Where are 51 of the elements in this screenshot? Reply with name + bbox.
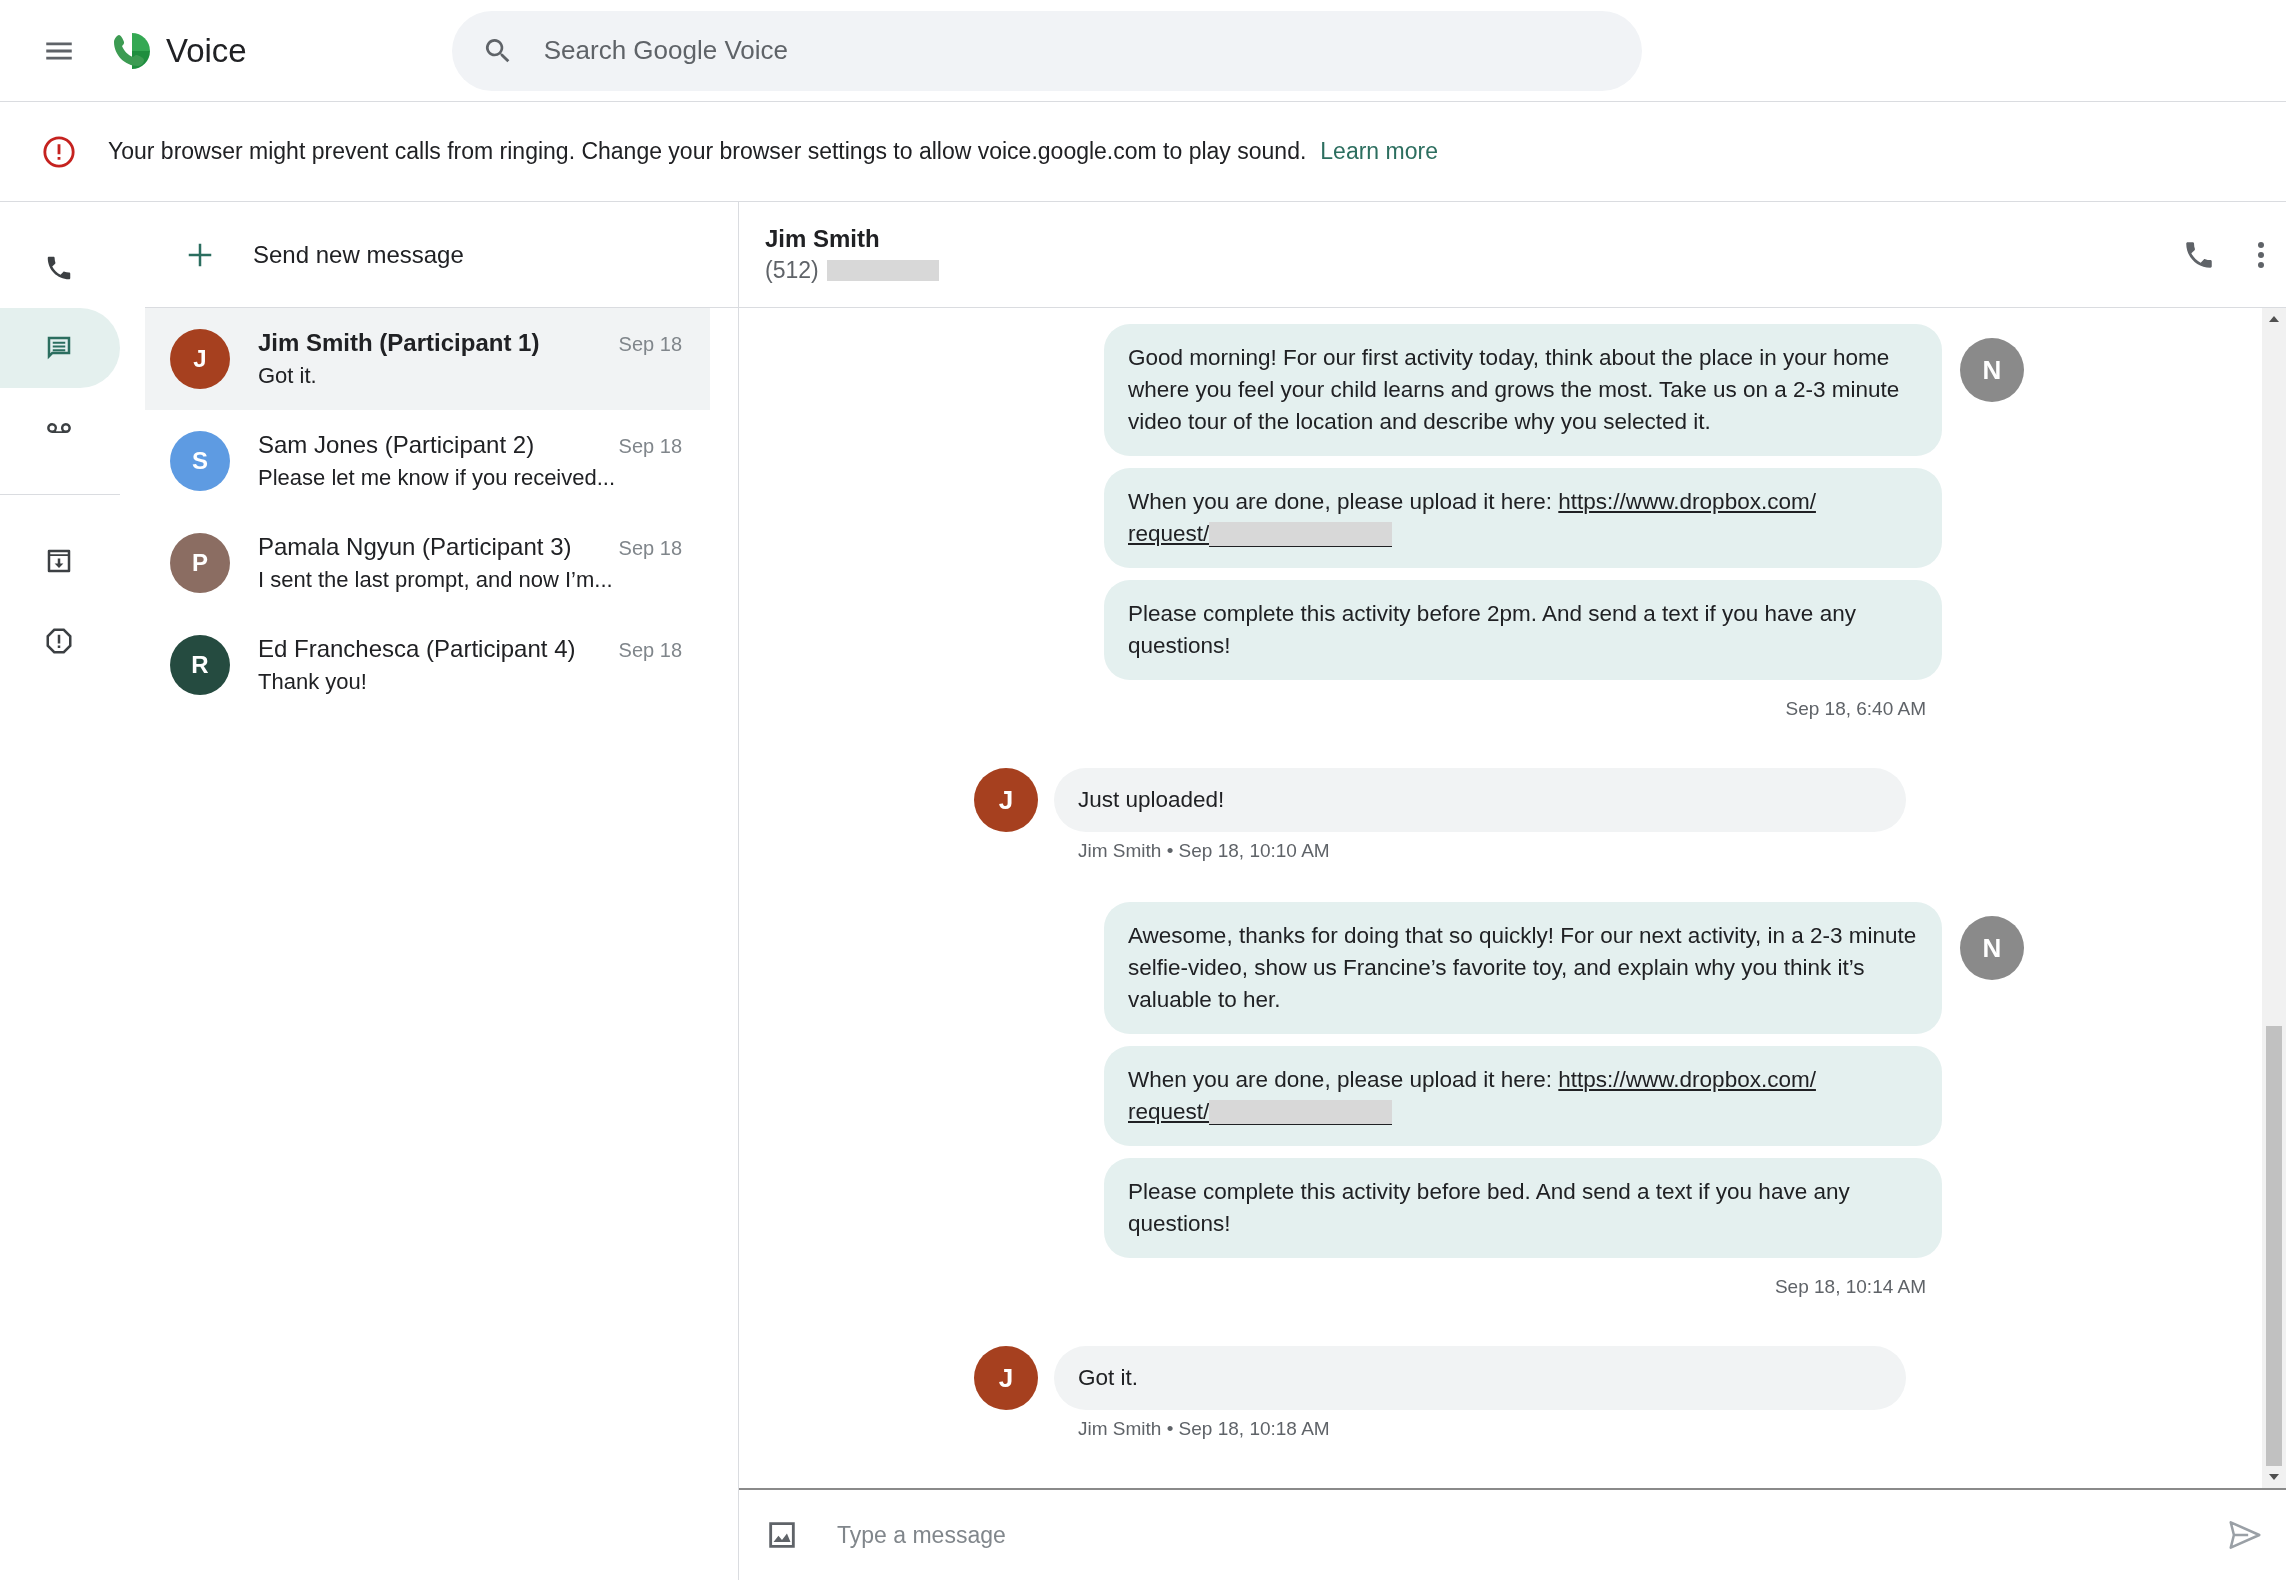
link[interactable]: https://www.dropbox.com/ [1558,489,1816,514]
conversation-item[interactable]: P Pamala Ngyun (Participant 3) Sep 18 I sent the last prompt, and now I’m... [145,512,710,614]
message-time: Jim Smith • Sep 18, 10:18 AM [1078,1418,1331,1440]
avatar: J [974,1346,1038,1410]
scrollbar-thumb[interactable] [2266,1026,2282,1466]
link[interactable]: request/ [1128,1099,1210,1124]
contact-name: Jim Smith (Participant 1) [258,329,540,357]
contact-name: Jim Smith [765,225,881,253]
search-field[interactable]: Search Google Voice [451,10,1642,91]
message-bubble: Just uploaded! [1054,768,1906,832]
more-icon[interactable] [2256,240,2266,269]
avatar: N [1960,338,2024,402]
conversation-item[interactable]: S Sam Jones (Participant 2) Sep 18 Please let me know if you received... [145,410,710,512]
warning-icon [42,134,76,169]
message-preview: I sent the last prompt, and now I’m... [258,567,614,593]
message-bubble: Awesome, thanks for doing that so quickly! For our next activity, in a 2-3 minute selfie-video, show us Francine’s favorite toy, and explain why you think it’s valuable to her. [1104,902,1942,1034]
message-preview: Please let me know if you received... [258,465,617,491]
message-bubble: Please complete this activity before 2pm. And send a text if you have any questions! [1104,580,1942,680]
message-bubble: Got it. [1054,1346,1906,1410]
message-time: Jim Smith • Sep 18, 10:10 AM [1078,840,1331,862]
link[interactable]: request/ [1128,521,1210,546]
avatar: J [974,768,1038,832]
contact-name: Sam Jones (Participant 2) [258,431,535,459]
message-bubble: Good morning! For our first activity today, think about the place in your home where you feel your child learns and grows the most. Take us on a 2-3 minute video tour of the location and describe why you selected it. [1104,324,1942,456]
link[interactable]: https://www.dropbox.com/ [1558,1067,1816,1092]
avatar: S [170,431,230,491]
conversation-item[interactable]: R Ed Franchesca (Participant 4) Sep 18 Thank you! [145,614,710,716]
avatar: J [170,329,230,389]
banner-message: Your browser might prevent calls from ringing. Change your browser settings to allow voice.google.com to play sound. [108,138,1307,165]
avatar: P [170,533,230,593]
message-preview: Got it. [258,363,318,389]
message-date: Sep 18 [618,639,682,662]
learn-more-link[interactable]: Learn more [1320,138,1438,165]
avatar: N [1960,916,2024,980]
scrollbar[interactable] [2262,308,2286,1488]
message-bubble: Please complete this activity before bed. And send a text if you have any questions! [1104,1158,1942,1258]
alert-icon[interactable] [44,626,74,656]
message-date: Sep 18 [618,537,682,560]
app-title: Voice [166,31,247,70]
phone-number: (512) [765,257,819,284]
avatar: R [170,635,230,695]
message-preview: Thank you! [258,669,368,695]
message-time: Sep 18, 10:14 AM [1774,1276,1926,1298]
contact-name: Pamala Ngyun (Participant 3) [258,533,572,561]
contact-name: Ed Franchesca (Participant 4) [258,635,576,663]
message-date: Sep 18 [618,435,682,458]
message-bubble: When you are done, please upload it here: https://www.dropbox.com/ request/ [1104,1046,1942,1146]
message-time: Sep 18, 6:40 AM [1785,698,1926,720]
message-bubble: When you are done, please upload it here: https://www.dropbox.com/ request/ [1104,468,1942,568]
conversation-item[interactable]: J Jim Smith (Participant 1) Sep 18 Got it. [145,308,710,410]
message-date: Sep 18 [618,333,682,356]
